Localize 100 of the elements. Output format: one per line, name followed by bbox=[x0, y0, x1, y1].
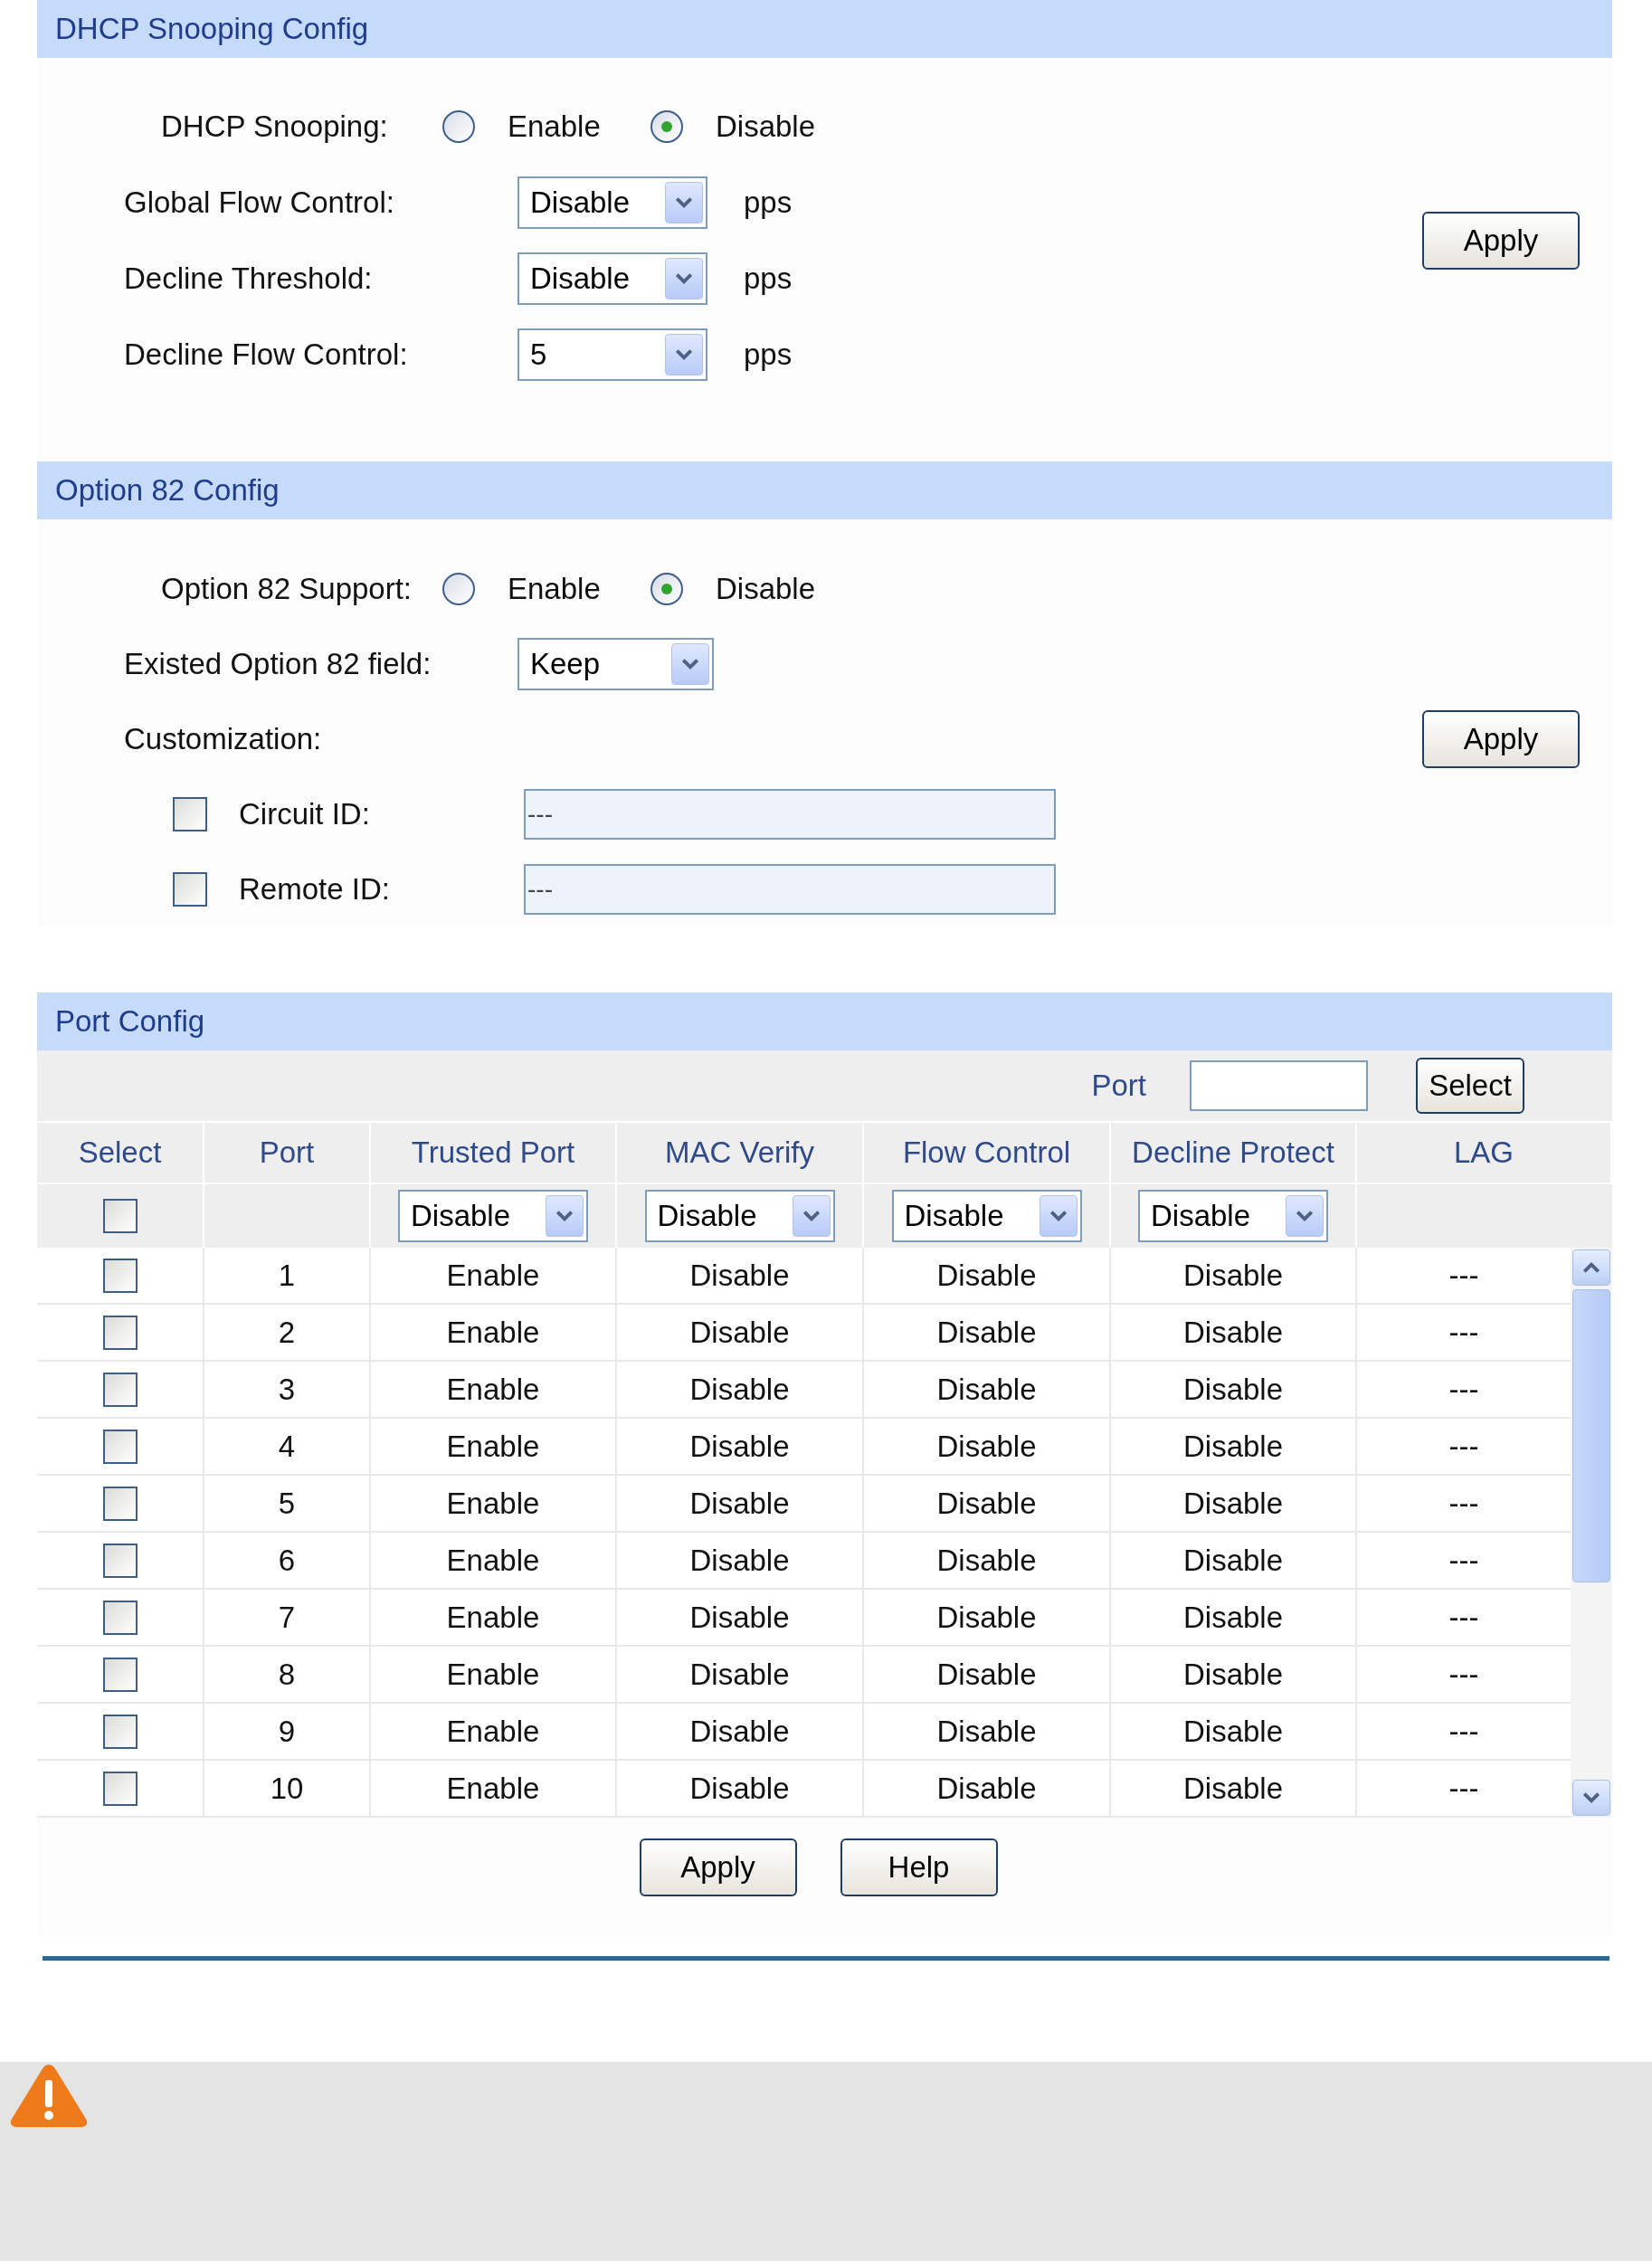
table-cell-text: Disable bbox=[936, 1371, 1037, 1408]
chevron-down-icon bbox=[674, 271, 694, 286]
section-header: Option 82 Config bbox=[37, 461, 1612, 519]
chevron-down-icon bbox=[1295, 1209, 1315, 1223]
table-cell-text: --- bbox=[1448, 1770, 1479, 1807]
section-header: Port Config bbox=[37, 993, 1612, 1050]
table-cell-text: 5 bbox=[278, 1485, 296, 1522]
table-cell-text: --- bbox=[1448, 1599, 1479, 1636]
table-cell-text: Disable bbox=[936, 1542, 1037, 1579]
checkbox[interactable] bbox=[173, 796, 207, 831]
checkbox[interactable] bbox=[102, 1714, 138, 1749]
table-cell-text: Enable bbox=[446, 1371, 540, 1408]
table-cell-text: Disable bbox=[936, 1770, 1037, 1807]
checkbox[interactable] bbox=[173, 871, 207, 907]
column-header: Decline Protect bbox=[1132, 1135, 1334, 1172]
dropdown[interactable]: Disable bbox=[891, 1190, 1082, 1242]
button[interactable]: Apply bbox=[1422, 709, 1580, 768]
dropdown[interactable]: 5 bbox=[517, 328, 707, 381]
checkbox[interactable] bbox=[102, 1315, 138, 1350]
table-cell-text: Enable bbox=[446, 1485, 540, 1522]
button[interactable]: Apply bbox=[1422, 212, 1580, 270]
table-cell-text: 4 bbox=[278, 1428, 296, 1465]
radio-button[interactable] bbox=[442, 572, 475, 605]
unit-label: pps bbox=[744, 261, 793, 298]
table-cell-text: Disable bbox=[689, 1770, 790, 1807]
table-cell-text: Disable bbox=[689, 1713, 790, 1750]
table-cell-text: 3 bbox=[278, 1371, 296, 1408]
checkbox[interactable] bbox=[102, 1657, 138, 1692]
radio-button[interactable] bbox=[650, 110, 683, 143]
radio-label: Disable bbox=[716, 570, 816, 607]
table-cell-text: --- bbox=[1448, 1257, 1479, 1294]
button[interactable]: Apply bbox=[639, 1838, 797, 1896]
checkbox[interactable] bbox=[102, 1199, 138, 1233]
dropdown[interactable]: Disable bbox=[398, 1190, 588, 1242]
chevron-down-icon bbox=[680, 656, 700, 671]
chevron-down-icon bbox=[674, 195, 694, 210]
text-field[interactable]: --- bbox=[524, 788, 1056, 840]
field-label: Customization: bbox=[123, 720, 322, 757]
field-label: Circuit ID: bbox=[239, 795, 371, 832]
scrollbar[interactable] bbox=[1571, 1248, 1612, 1818]
table-cell-text: 2 bbox=[278, 1314, 296, 1351]
table-cell-text: Disable bbox=[936, 1257, 1037, 1294]
table-cell-text: 9 bbox=[278, 1713, 296, 1750]
column-header: Select bbox=[78, 1135, 162, 1172]
button[interactable]: Help bbox=[840, 1838, 998, 1896]
dropdown[interactable]: Disable bbox=[644, 1190, 835, 1242]
checkbox[interactable] bbox=[102, 1429, 138, 1464]
chevron-down-icon bbox=[674, 347, 694, 362]
table-cell-text: Enable bbox=[446, 1770, 540, 1807]
table-cell-text: 6 bbox=[278, 1542, 296, 1579]
table-cell-text: Enable bbox=[446, 1656, 540, 1693]
chevron-down-icon bbox=[1048, 1209, 1068, 1223]
text-field[interactable]: --- bbox=[524, 863, 1056, 915]
field-label: Global Flow Control: bbox=[123, 185, 395, 222]
radio-button[interactable] bbox=[442, 110, 475, 143]
table-cell-text: Disable bbox=[936, 1656, 1037, 1693]
table-cell-text: Disable bbox=[1182, 1656, 1284, 1693]
table-cell-text: Disable bbox=[689, 1542, 790, 1579]
checkbox[interactable] bbox=[102, 1486, 138, 1521]
warning-icon bbox=[9, 2062, 89, 2129]
checkbox[interactable] bbox=[102, 1372, 138, 1407]
unit-label: pps bbox=[744, 185, 793, 222]
dropdown[interactable]: Keep bbox=[517, 637, 714, 690]
table-cell-text: Disable bbox=[689, 1599, 790, 1636]
radio-button[interactable] bbox=[650, 572, 683, 605]
select-button[interactable]: Select bbox=[1416, 1058, 1524, 1114]
table-cell-text: Disable bbox=[689, 1485, 790, 1522]
field-label: Decline Flow Control: bbox=[123, 337, 409, 374]
table-cell-text: Disable bbox=[936, 1485, 1037, 1522]
table-cell-text: Enable bbox=[446, 1257, 540, 1294]
table-cell-text: Disable bbox=[1182, 1599, 1284, 1636]
unit-label: pps bbox=[744, 337, 793, 374]
field-label: Existed Option 82 field: bbox=[123, 645, 432, 682]
checkbox[interactable] bbox=[102, 1543, 138, 1578]
checkbox[interactable] bbox=[102, 1258, 138, 1293]
table-cell-text: Disable bbox=[1182, 1314, 1284, 1351]
table-cell-text: Disable bbox=[1182, 1713, 1284, 1750]
column-header: Flow Control bbox=[902, 1135, 1071, 1172]
table-cell-text: Disable bbox=[689, 1314, 790, 1351]
chevron-down-icon bbox=[801, 1209, 821, 1223]
checkbox[interactable] bbox=[102, 1600, 138, 1635]
table-cell-text: --- bbox=[1448, 1371, 1479, 1408]
column-header: MAC Verify bbox=[664, 1135, 814, 1172]
port-label: Port bbox=[1091, 1068, 1146, 1105]
field-label: Decline Threshold: bbox=[123, 261, 374, 298]
chevron-up-icon bbox=[1581, 1260, 1601, 1275]
table-cell-text: Disable bbox=[1182, 1485, 1284, 1522]
table-cell-text: Disable bbox=[936, 1314, 1037, 1351]
checkbox[interactable] bbox=[102, 1771, 138, 1806]
port-field[interactable] bbox=[1190, 1060, 1368, 1111]
table-cell-text: Disable bbox=[689, 1371, 790, 1408]
dropdown[interactable]: Disable bbox=[517, 252, 707, 305]
table-cell-text: --- bbox=[1448, 1656, 1479, 1693]
dropdown[interactable]: Disable bbox=[517, 176, 707, 229]
table-cell-text: Enable bbox=[446, 1713, 540, 1750]
radio-label: Enable bbox=[508, 109, 601, 146]
table-cell-text: 8 bbox=[278, 1656, 296, 1693]
dropdown[interactable]: Disable bbox=[1138, 1190, 1328, 1242]
table-cell-text: Enable bbox=[446, 1542, 540, 1579]
table-cell-text: Enable bbox=[446, 1314, 540, 1351]
